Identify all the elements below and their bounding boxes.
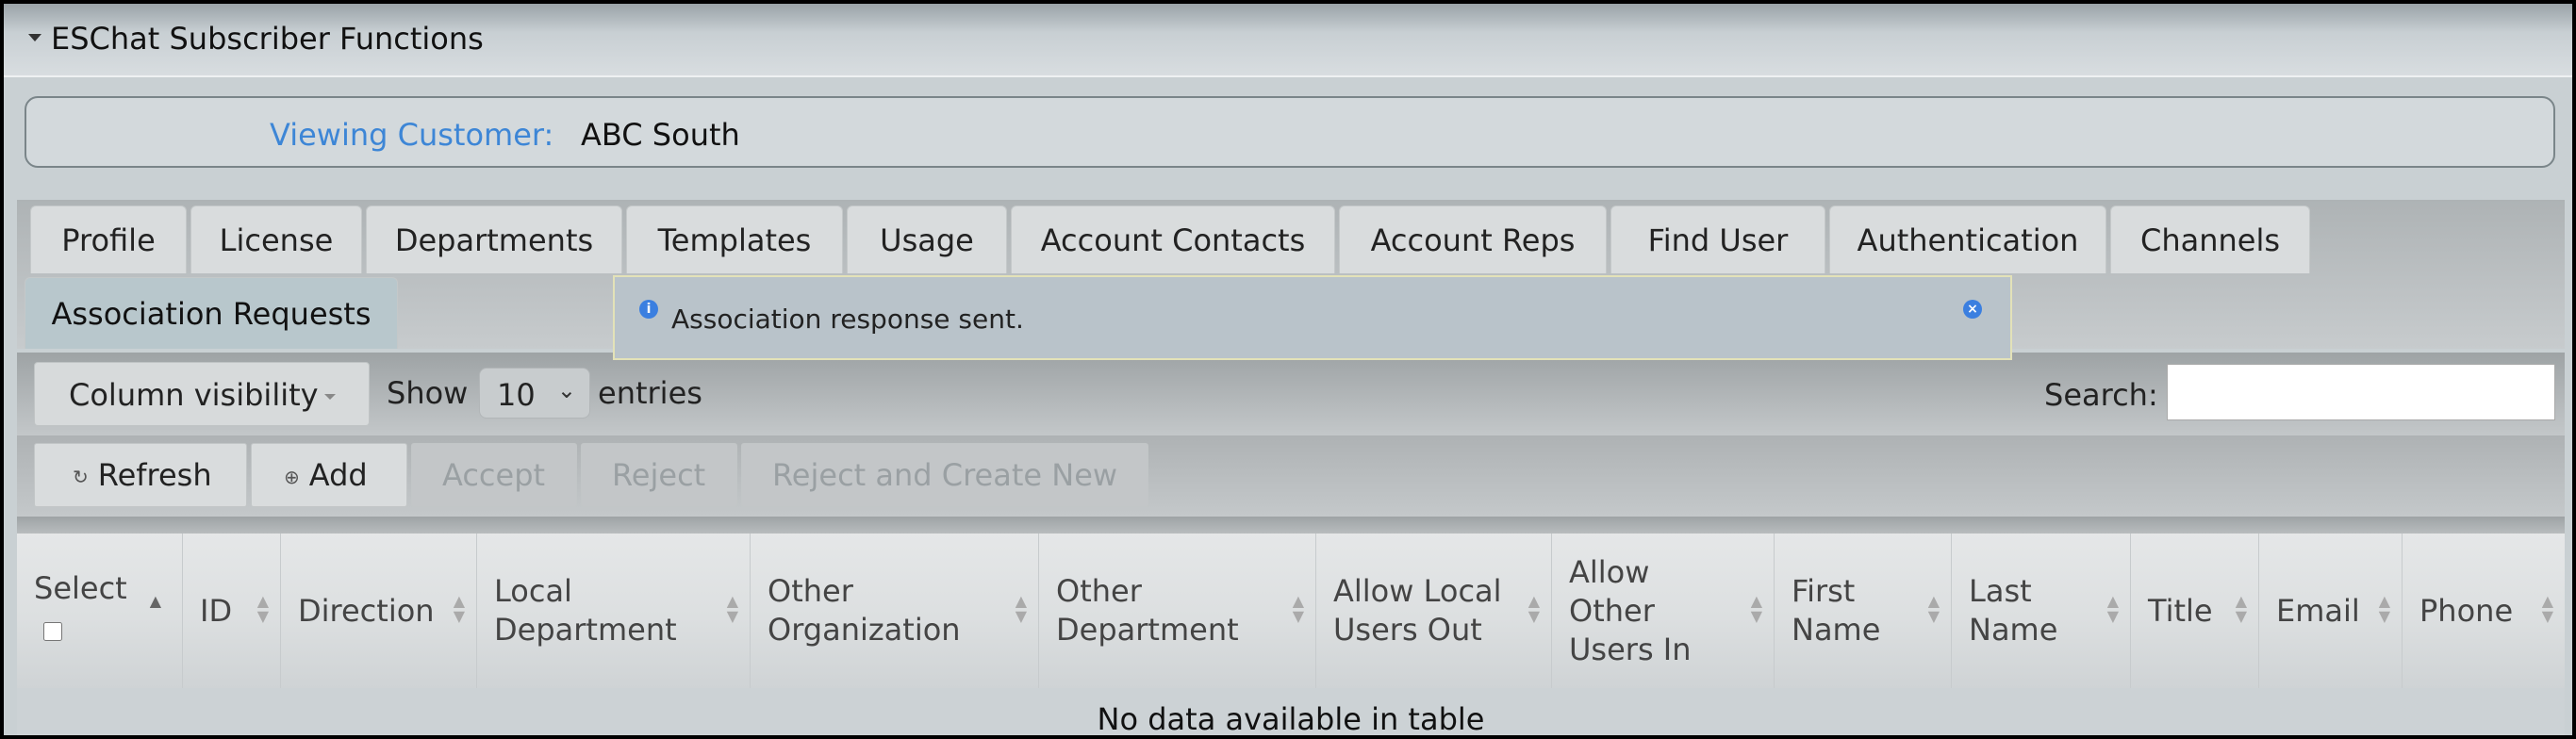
column-header-other-organization[interactable]: Other Organization ▲ ▼ [751,534,1039,688]
tab-usage[interactable]: Usage [847,205,1007,273]
notification-alert: i Association response sent. × [613,275,2012,360]
column-header-local-department[interactable]: Local Department ▲ ▼ [477,534,751,688]
column-label: Allow Other Users In [1569,553,1692,667]
column-header-allow-other-users-in[interactable]: Allow Other Users In ▲ ▼ [1552,534,1775,688]
tab-templates[interactable]: Templates [626,205,843,273]
tab-channels[interactable]: Channels [2110,205,2310,273]
column-label: Allow Local Users Out [1333,573,1502,648]
column-header-email[interactable]: Email ▲ ▼ [2259,534,2403,688]
alert-message: Association response sent. [671,304,1024,335]
sort-icon: ▲ ▼ [1927,592,1940,625]
column-label: Other Organization [768,573,961,648]
sort-icon: ▲ ▼ [1527,592,1540,625]
column-header-title[interactable]: Title ▲ ▼ [2131,534,2259,688]
column-label: First Name [1792,573,1881,648]
sort-icon: ▲ ▼ [453,592,465,625]
app-frame: ESChat Subscriber Functions Viewing Cust… [4,4,2572,735]
add-button[interactable]: ⊕ Add [251,443,407,507]
panel-title: ESChat Subscriber Functions [51,21,484,57]
entries-label: entries [598,375,702,411]
column-header-other-department[interactable]: Other Department ▲ ▼ [1039,534,1316,688]
column-header-direction[interactable]: Direction ▲ ▼ [281,534,477,688]
table-header: Select ▲ ID ▲ ▼ Direction ▲ ▼ Local Depart… [17,534,2565,688]
column-visibility-button[interactable]: Column visibility [34,362,370,426]
column-header-select[interactable]: Select ▲ [17,534,183,688]
close-icon[interactable]: × [1963,300,1982,319]
panel-header[interactable]: ESChat Subscriber Functions [4,4,2572,77]
info-icon: i [639,300,658,319]
customer-name: ABC South [581,117,740,153]
search-label: Search: [2044,377,2158,413]
column-label: Email [2276,592,2360,629]
tab-account-reps[interactable]: Account Reps [1339,205,1607,273]
tab-find-user[interactable]: Find User [1610,205,1825,273]
reject-and-create-new-button[interactable]: Reject and Create New [741,443,1148,507]
page-length-value: 10 [497,377,536,413]
sort-icon: ▲ ▼ [726,592,738,625]
tab-license[interactable]: License [190,205,362,273]
sort-icon: ▲ ▼ [1292,592,1304,625]
tab-authentication[interactable]: Authentication [1829,205,2106,273]
sort-icon: ▲ ▼ [2106,592,2119,625]
column-label: Select [34,570,127,606]
search-input[interactable] [2167,364,2555,420]
tab-association-requests[interactable]: Association Requests [25,277,398,349]
column-label: Phone [2419,592,2514,629]
table-controls: Column visibility Show 10 ⌄ entries Sear… [17,353,2565,435]
tab-departments[interactable]: Departments [366,205,622,273]
table-separator [17,517,2565,534]
caret-down-icon[interactable] [28,34,41,41]
accept-button[interactable]: Accept [411,443,577,507]
column-header-allow-local-users-out[interactable]: Allow Local Users Out ▲ ▼ [1316,534,1552,688]
column-header-last-name[interactable]: Last Name ▲ ▼ [1952,534,2131,688]
chevron-down-icon: ⌄ [556,377,576,403]
column-header-id[interactable]: ID ▲ ▼ [183,534,281,688]
sort-icon: ▲ ▼ [2378,592,2390,625]
refresh-label: Refresh [97,457,212,493]
select-all-checkbox[interactable] [43,622,62,641]
sort-icon: ▲ ▼ [1015,592,1027,625]
column-label: Direction [298,592,435,629]
action-toolbar: ↻ Refresh ⊕ Add Accept Reject Reject and C… [17,435,2565,517]
tab-profile[interactable]: Profile [30,205,187,273]
sort-icon: ▲ ▼ [256,592,269,625]
empty-table-message: No data available in table [17,688,2565,735]
sort-icon: ▲ ▼ [2541,592,2553,625]
caret-down-icon [323,394,336,400]
customer-banner: Viewing Customer: ABC South [25,96,2555,168]
sort-asc-icon: ▲ [149,592,161,610]
tab-account-contacts[interactable]: Account Contacts [1011,205,1335,273]
refresh-button[interactable]: ↻ Refresh [34,443,247,507]
sort-icon: ▲ ▼ [2235,592,2247,625]
page-length-select[interactable]: 10 ⌄ [479,368,590,419]
add-icon: ⊕ [284,466,300,488]
column-label: ID [200,592,233,629]
customer-label: Viewing Customer: [270,117,554,153]
add-label: Add [308,457,368,493]
column-header-phone[interactable]: Phone ▲ ▼ [2403,534,2565,688]
column-header-first-name[interactable]: First Name ▲ ▼ [1775,534,1952,688]
refresh-icon: ↻ [73,466,89,488]
column-label: Other Department [1056,573,1239,648]
reject-button[interactable]: Reject [581,443,737,507]
sort-icon: ▲ ▼ [1750,592,1762,625]
show-label: Show [387,375,469,411]
column-visibility-label: Column visibility [69,377,319,413]
column-label: Last Name [1969,573,2058,648]
column-label: Title [2148,592,2213,629]
column-label: Local Department [494,573,677,648]
